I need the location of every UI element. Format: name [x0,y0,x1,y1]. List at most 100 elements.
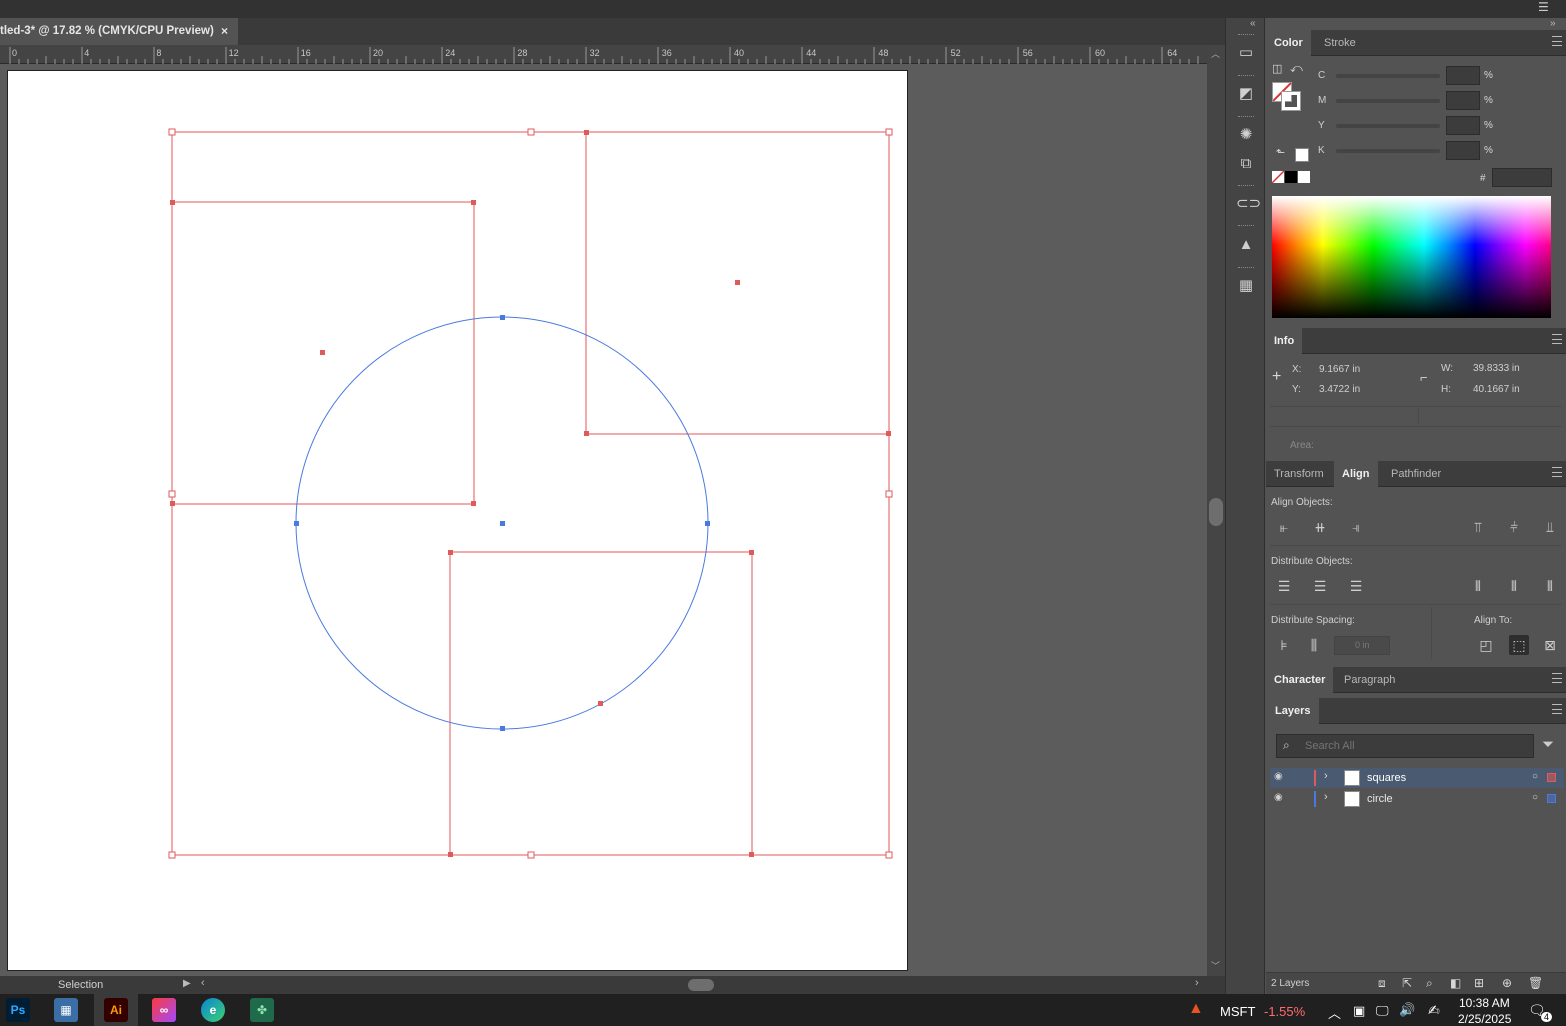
anchor-points-red[interactable] [170,130,891,857]
layer-row-squares[interactable]: ◉ › squares ○ [1270,768,1564,788]
visibility-eye-icon[interactable]: ◉ [1274,771,1283,782]
gradient-icon[interactable]: ▭ [1236,44,1256,62]
distribute-bottom-icon[interactable]: ☰ [1346,576,1366,596]
layer-row-circle[interactable]: ◉ › circle ○ [1270,789,1564,809]
out-of-gamut-icon[interactable]: ⬑ [1276,146,1285,159]
scroll-left-icon[interactable]: ‹ [201,977,205,989]
tab-transform[interactable]: Transform [1266,461,1332,487]
status-menu-arrow-icon[interactable]: ▶ [183,978,191,989]
hex-field[interactable] [1492,168,1552,187]
chevron-up-icon[interactable]: ︿ [1328,1003,1341,1022]
stock-chart-icon[interactable]: ▲ [1188,1000,1204,1018]
clock-time[interactable]: 10:38 AM [1459,996,1510,1010]
expand-panels-icon[interactable]: » [1550,18,1556,29]
layer-name[interactable]: circle [1367,793,1393,805]
target-circle-icon[interactable]: ○ [1532,792,1538,803]
panel-menu-icon[interactable] [1552,673,1562,683]
hamburger-icon[interactable]: ☰ [1538,0,1549,14]
volume-icon[interactable]: 🔊 [1399,1002,1415,1018]
layer-name[interactable]: squares [1367,772,1406,784]
expand-chevron-icon[interactable]: › [1324,791,1328,803]
bounding-handles[interactable] [168,128,893,859]
tab-align[interactable]: Align [1334,461,1378,487]
calculator-icon[interactable]: ▦ [54,998,78,1022]
locate-object-icon[interactable]: ⌕ [1426,976,1433,991]
channel-y-field[interactable] [1446,116,1480,135]
tab-color[interactable]: Color [1266,30,1311,56]
tab-layers[interactable]: Layers [1266,698,1320,724]
panel-menu-icon[interactable] [1552,704,1562,714]
tab-pathfinder[interactable]: Pathfinder [1383,461,1449,487]
align-hcenter-icon[interactable]: ⧺ [1310,517,1330,537]
canvas-area[interactable] [0,64,1207,976]
clock-date[interactable]: 2/25/2025 [1458,1012,1511,1026]
layers-search-box[interactable]: ⌕ [1276,734,1534,758]
horizontal-scroll-thumb[interactable] [688,979,714,991]
links-icon[interactable]: ⊂⊃ [1236,195,1261,213]
photoshop-app[interactable]: Ps [6,998,30,1022]
align-to-key-object-icon[interactable]: ⬚ [1509,635,1529,655]
image-trace-icon[interactable]: ◩ [1236,85,1256,103]
channel-k-field[interactable] [1446,141,1480,160]
app-grid-icon[interactable]: ✤ [250,998,274,1022]
collect-export-icon[interactable]: ⧈ [1378,976,1386,991]
align-bottom-icon[interactable]: ⫫ [1540,517,1560,537]
vertical-scroll-thumb[interactable] [1209,498,1223,526]
distribute-right-icon[interactable]: ⫴ [1540,576,1560,596]
scroll-right-icon[interactable]: › [1195,977,1199,989]
collapse-panels-icon[interactable]: « [1250,18,1256,29]
align-vcenter-icon[interactable]: ⫩ [1504,517,1524,537]
selection-indicator[interactable] [1547,794,1556,803]
selection-bounding-box[interactable] [171,131,890,856]
target-circle-icon[interactable]: ○ [1532,771,1538,782]
illustrator-app[interactable]: Ai [104,998,128,1022]
edge-browser-icon[interactable]: e [201,998,225,1022]
panel-menu-icon[interactable] [1552,467,1562,477]
swap-colors-icon[interactable]: ⤺ [1290,61,1303,76]
vertical-spacing-icon[interactable]: ⊧ [1274,635,1294,655]
none-swatch[interactable] [1271,170,1285,184]
layers-search-input[interactable] [1305,738,1525,754]
channel-c-slider[interactable] [1336,74,1440,78]
network-icon[interactable]: 🖵 [1376,1003,1389,1019]
scroll-up-icon[interactable]: ︿ [1211,47,1220,60]
spacing-value-field[interactable]: 0 in [1334,636,1390,655]
panel-menu-icon[interactable] [1552,334,1562,344]
tab-stroke[interactable]: Stroke [1316,30,1364,56]
creative-cloud-icon[interactable]: ∞ [152,998,176,1022]
delete-layer-icon[interactable]: 🗑 [1528,976,1543,990]
channel-m-slider[interactable] [1336,99,1440,103]
expand-chevron-icon[interactable]: › [1324,770,1328,782]
color-spectrum[interactable] [1272,196,1551,318]
black-swatch[interactable] [1285,171,1297,183]
scroll-down-icon[interactable]: ﹀ [1211,959,1220,972]
new-layer-icon[interactable]: ⊕ [1502,976,1512,990]
tab-info[interactable]: Info [1266,328,1303,354]
align-top-icon[interactable]: ⫪ [1468,517,1488,537]
align-to-artboard-icon[interactable]: ⊠ [1540,635,1560,655]
channel-m-field[interactable] [1446,91,1480,110]
distribute-vcenter-icon[interactable]: ☰ [1310,576,1330,596]
align-left-icon[interactable]: ⫦ [1274,517,1294,537]
new-sublayer-icon[interactable]: ⊞ [1474,976,1484,990]
horizontal-ruler[interactable]: 0 4 8 12 16 20 24 28 32 36 40 44 48 52 56 60 64 [0,45,1207,64]
close-tab-icon[interactable]: × [221,18,228,45]
meet-now-icon[interactable]: ▣ [1353,1003,1365,1019]
horizontal-spacing-icon[interactable]: ⫼ [1304,635,1324,655]
document-tab[interactable]: tled-3* @ 17.82 % (CMYK/CPU Preview) × [0,18,238,45]
appearance-icon[interactable]: ✺ [1236,126,1256,144]
export-icon[interactable]: ⇱ [1402,976,1412,990]
distribute-hcenter-icon[interactable]: ⫴ [1504,576,1524,596]
align-right-icon[interactable]: ⫣ [1346,517,1366,537]
last-color-swatch[interactable] [1295,148,1309,162]
pen-icon[interactable]: ✍ [1428,1002,1440,1019]
transform-icon[interactable]: ⧉ [1236,155,1256,173]
stock-symbol[interactable]: MSFT [1220,1004,1255,1019]
distribute-top-icon[interactable]: ☰ [1274,576,1294,596]
tab-paragraph[interactable]: Paragraph [1336,667,1403,693]
visibility-eye-icon[interactable]: ◉ [1274,792,1283,803]
distribute-left-icon[interactable]: ⫴ [1468,576,1488,596]
stroke-swatch[interactable] [1281,91,1301,111]
libraries-icon[interactable]: ▦ [1236,277,1256,295]
tab-character[interactable]: Character [1266,667,1334,693]
